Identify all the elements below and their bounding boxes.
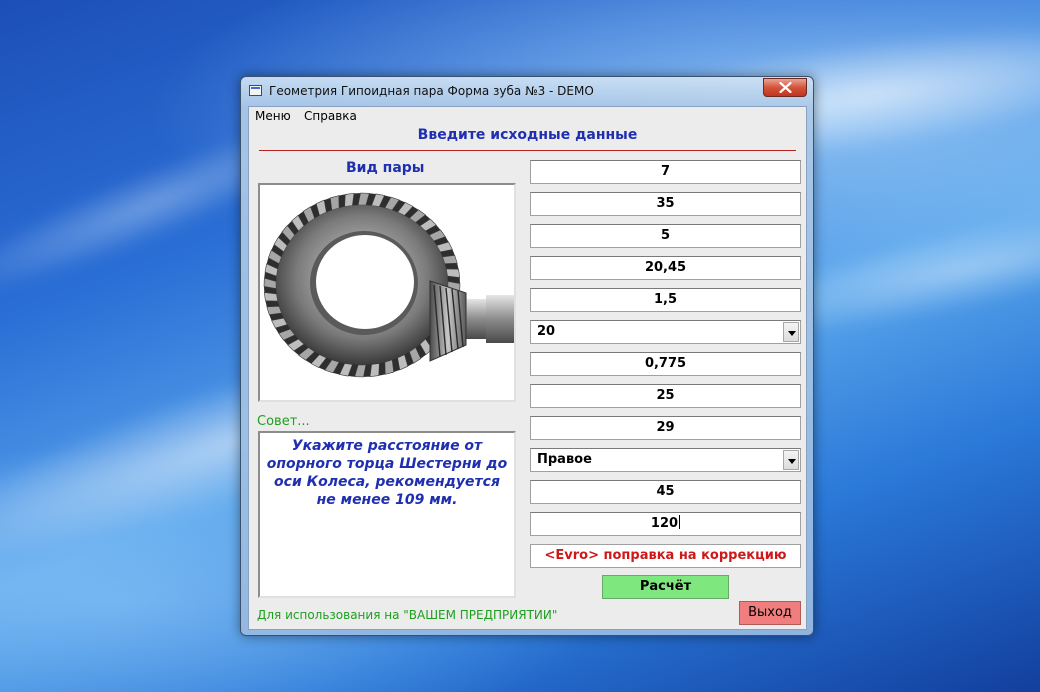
input-field-5[interactable]: 1,5	[530, 288, 801, 312]
exit-button[interactable]: Выход	[739, 601, 801, 625]
gear-tooth	[442, 254, 458, 265]
gear-image-box	[258, 183, 516, 402]
pair-view-label: Вид пары	[346, 160, 425, 176]
footer-note: Для использования на "ВАШЕМ ПРЕДПРИЯТИИ"	[257, 608, 558, 622]
gear-tooth	[263, 292, 279, 302]
select-field-1[interactable]: 20	[530, 320, 801, 344]
select-field-2-value: Правое	[537, 452, 592, 467]
hypoid-gear-pair-icon	[263, 192, 514, 378]
hint-label: Совет...	[257, 414, 310, 429]
select-field-2[interactable]: Правое	[530, 448, 801, 472]
gear-tooth	[384, 359, 395, 375]
hint-text: Укажите расстояние от опорного торца Шес…	[266, 438, 508, 508]
select-field-1-value: 20	[537, 324, 556, 339]
input-field-4[interactable]: 20,45	[530, 256, 801, 280]
gear-tooth	[329, 195, 340, 211]
app-window-icon[interactable]	[249, 85, 262, 96]
menu-item-help[interactable]: Справка	[304, 109, 357, 123]
input-field-11[interactable]: 45	[530, 480, 801, 504]
chevron-down-icon[interactable]	[783, 450, 799, 470]
window-title: Геометрия Гипоидная пара Форма зуба №3 -…	[269, 84, 594, 98]
input-field-1[interactable]: 7	[530, 160, 801, 184]
input-field-12[interactable]: 120	[530, 512, 801, 536]
menu-bar: Меню Справка	[249, 107, 806, 125]
menu-item-menu[interactable]: Меню	[255, 109, 291, 123]
input-field-12-value: 120	[650, 516, 679, 531]
gear-tooth	[344, 192, 355, 207]
input-field-8[interactable]: 25	[530, 384, 801, 408]
gear-tooth	[445, 268, 461, 278]
chevron-down-icon[interactable]	[783, 322, 799, 342]
input-field-2[interactable]: 35	[530, 192, 801, 216]
title-bar[interactable]: Геометрия Гипоидная пара Форма зуба №3 -…	[241, 77, 813, 107]
hint-box: Укажите расстояние от опорного торца Шес…	[258, 431, 516, 598]
close-button[interactable]	[763, 78, 807, 97]
window-client-area: Меню Справка Введите исходные данные Вид…	[248, 106, 807, 630]
input-field-3[interactable]: 5	[530, 224, 801, 248]
gear-tooth	[266, 305, 282, 316]
app-window: Геометрия Гипоидная пара Форма зуба №3 -…	[240, 76, 814, 636]
close-icon	[779, 82, 792, 93]
text-caret	[679, 515, 681, 529]
gear-tooth	[369, 363, 380, 378]
calculate-button[interactable]: Расчёт	[602, 575, 729, 599]
evro-correction-toggle[interactable]: <Evro> поправка на коррекцию	[530, 544, 801, 568]
page-title: Введите исходные данные	[417, 127, 638, 143]
input-field-7[interactable]: 0,775	[530, 352, 801, 376]
input-field-9[interactable]: 29	[530, 416, 801, 440]
header-divider	[259, 150, 796, 151]
